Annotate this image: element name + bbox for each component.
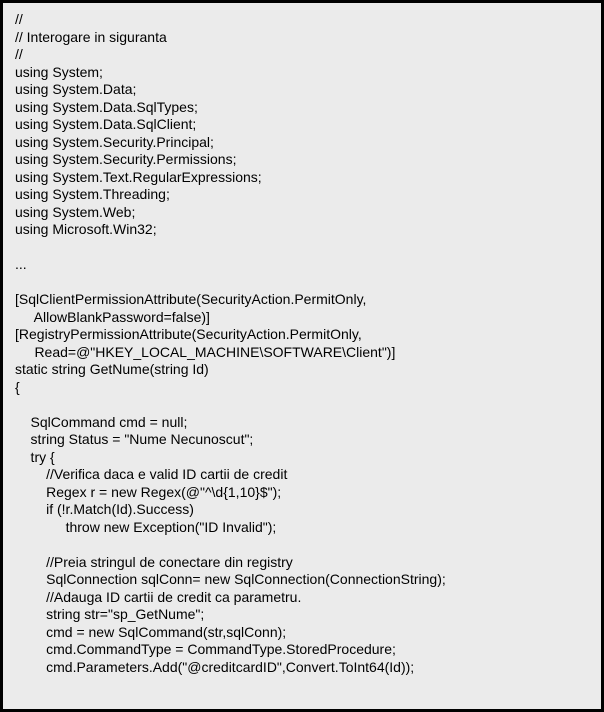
code-block: // // Interogare in siguranta // using S… — [15, 11, 589, 676]
code-frame: // // Interogare in siguranta // using S… — [0, 0, 604, 712]
